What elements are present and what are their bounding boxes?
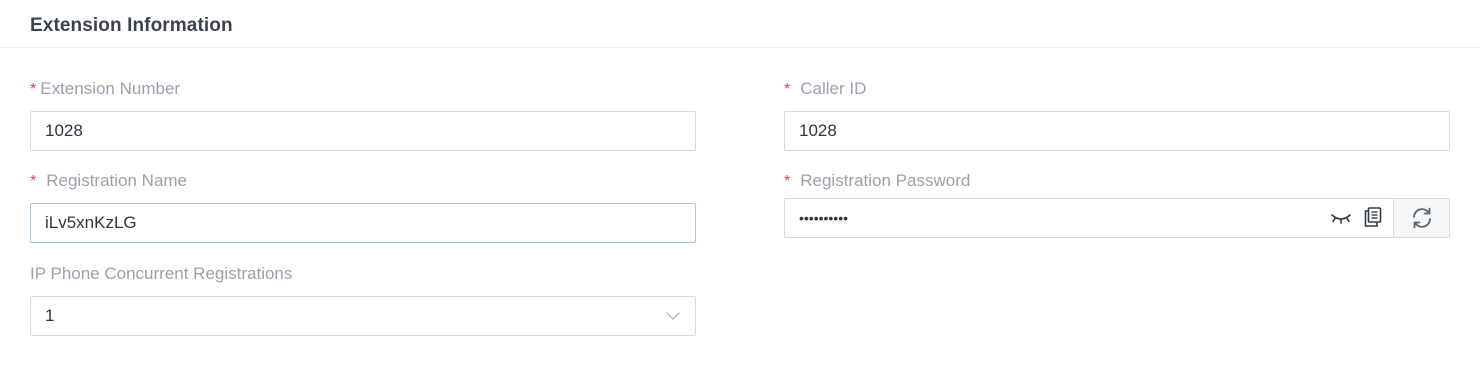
copy-icon[interactable]: [1362, 205, 1384, 229]
registration-password-label: Registration Password: [800, 171, 971, 190]
concurrent-registrations-label: IP Phone Concurrent Registrations: [30, 264, 293, 283]
section-header: Extension Information: [0, 0, 1480, 48]
extension-number-label: Extension Number: [40, 79, 181, 98]
eye-closed-icon[interactable]: [1328, 206, 1354, 230]
registration-name-input[interactable]: iLv5xnKzLG: [30, 203, 696, 243]
section-title: Extension Information: [30, 15, 233, 36]
concurrent-registrations-value: 1: [45, 306, 55, 325]
extension-number-input[interactable]: 1028: [30, 111, 696, 151]
required-asterisk: *: [30, 173, 37, 190]
refresh-icon: [1410, 206, 1434, 230]
chevron-down-icon: [665, 310, 681, 322]
regenerate-password-button[interactable]: [1393, 198, 1450, 238]
required-asterisk: *: [784, 81, 791, 98]
registration-name-label: Registration Name: [46, 171, 188, 190]
extension-information-panel: Extension Information * Extension Number …: [0, 0, 1480, 365]
required-asterisk: *: [784, 173, 791, 190]
concurrent-registrations-select[interactable]: 1: [30, 296, 696, 336]
caller-id-input[interactable]: 1028: [784, 111, 1450, 151]
required-asterisk: *: [30, 81, 37, 98]
caller-id-label: Caller ID: [800, 79, 867, 98]
registration-password-input[interactable]: ••••••••••: [784, 198, 1394, 238]
